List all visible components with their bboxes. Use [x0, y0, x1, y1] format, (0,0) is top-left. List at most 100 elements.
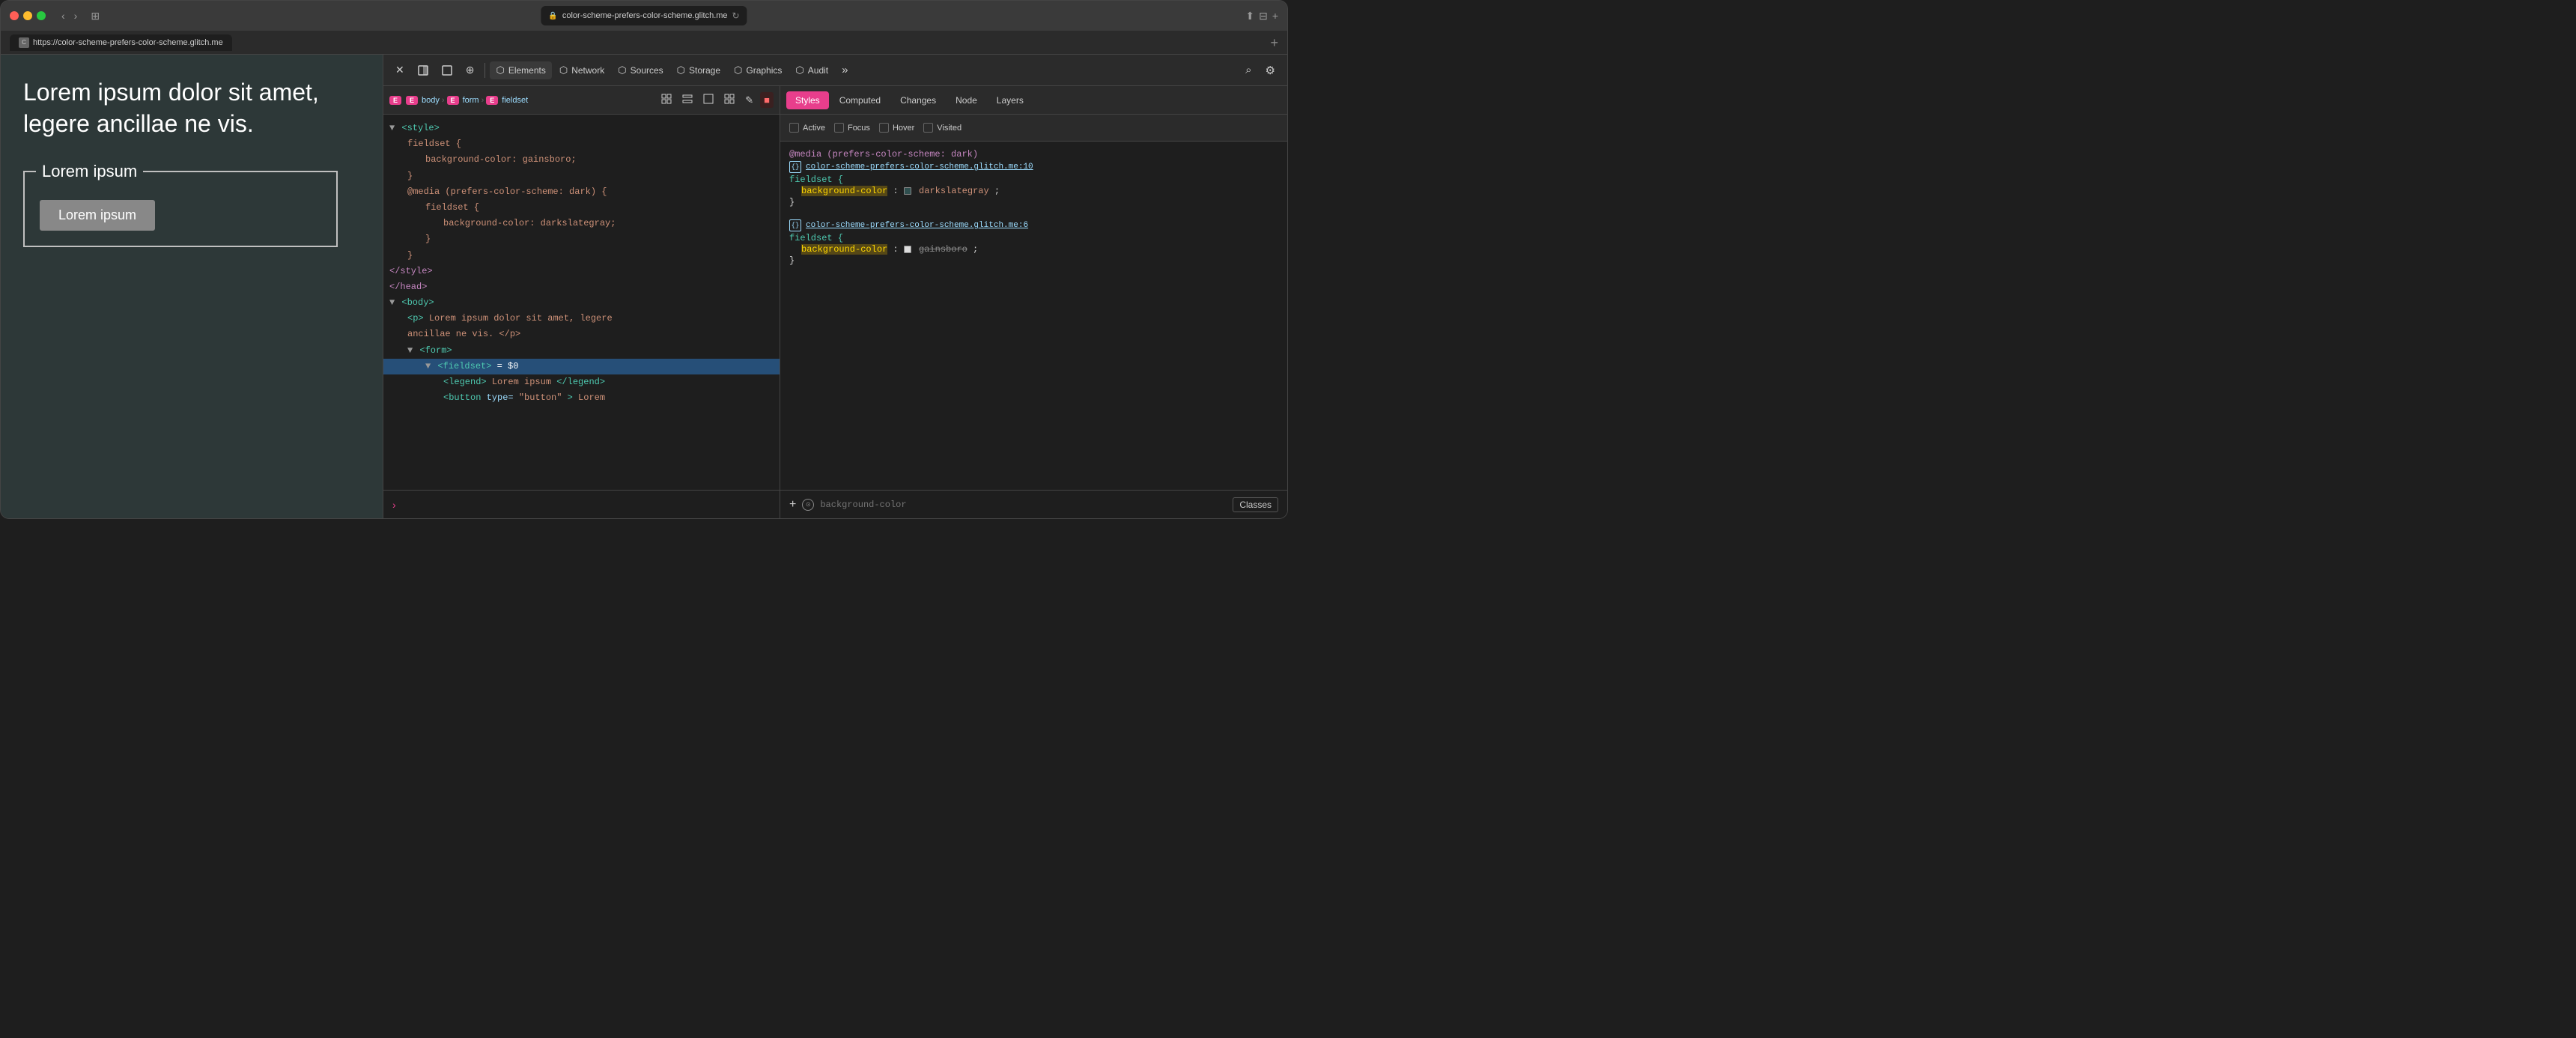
- storage-icon: ⬡: [677, 64, 685, 76]
- source-link-2[interactable]: color-scheme-prefers-color-scheme.glitch…: [806, 221, 1028, 230]
- dom-line-close-brace3: }: [383, 248, 780, 264]
- dom-line-bg-gainsboro: background-color: gainsboro;: [383, 152, 780, 168]
- elements-icon: ⬡: [496, 64, 504, 76]
- dom-line-bg-darkslategray: background-color: darkslategray;: [383, 216, 780, 231]
- devtools-toolbar: ✕ ⊕ ⬡ Elements: [383, 55, 1287, 86]
- back-button[interactable]: ‹: [58, 8, 69, 23]
- elements-tab-label: Elements: [508, 65, 546, 76]
- devtools-picker-button[interactable]: ⊕: [460, 61, 481, 79]
- refresh-icon[interactable]: ↻: [732, 10, 740, 21]
- restore-button[interactable]: ⊟: [1259, 10, 1268, 22]
- hover-label: Hover: [893, 124, 914, 133]
- tab-elements-button[interactable]: ⬡ Elements: [490, 61, 551, 79]
- focus-checkbox[interactable]: [834, 123, 844, 133]
- dom-line-close-head: </head>: [383, 279, 780, 295]
- page-preview: Lorem ipsum dolor sit amet, legere ancil…: [1, 55, 383, 518]
- address-bar[interactable]: 🔒 color-scheme-prefers-color-scheme.glit…: [541, 6, 747, 25]
- dom-tree: ▼ <style> fieldset { background-color: g…: [383, 115, 780, 490]
- layout-4cell-button[interactable]: [720, 92, 738, 108]
- selector-2: fieldset {: [789, 233, 1278, 243]
- breadcrumb-form[interactable]: E form: [447, 96, 479, 105]
- prop-value-gainsboro: gainsboro: [919, 244, 967, 255]
- pseudo-visited[interactable]: Visited: [923, 123, 962, 133]
- breadcrumb-body-tag: body: [422, 96, 440, 105]
- tab-active[interactable]: C https://color-scheme-prefers-color-sch…: [10, 34, 232, 51]
- tab-network-button[interactable]: ⬡ Network: [553, 61, 610, 79]
- styles-tab-computed[interactable]: Computed: [830, 91, 890, 109]
- tab-graphics-button[interactable]: ⬡ Graphics: [728, 61, 788, 79]
- styles-tab-node[interactable]: Node: [947, 91, 986, 109]
- breadcrumb-fieldset[interactable]: E fieldset: [486, 96, 528, 105]
- layout-single-button[interactable]: [699, 92, 717, 108]
- color-swatch-dark: [904, 187, 911, 195]
- dom-line-close-style: </style>: [383, 264, 780, 279]
- new-tab-button[interactable]: +: [1270, 36, 1278, 49]
- tab-audit-button[interactable]: ⬡ Audit: [789, 61, 834, 79]
- tab-sources-button[interactable]: ⬡ Sources: [612, 61, 669, 79]
- color-format-button[interactable]: ■: [760, 92, 774, 108]
- maximize-traffic-light[interactable]: [37, 11, 46, 20]
- more-tabs-button[interactable]: »: [836, 61, 854, 79]
- styles-tab-layers[interactable]: Layers: [988, 91, 1033, 109]
- tab-storage-button[interactable]: ⬡ Storage: [671, 61, 726, 79]
- styles-tab-styles[interactable]: Styles: [786, 91, 829, 109]
- property-filter-input[interactable]: [820, 500, 1227, 510]
- elements-toolbar: E E body › E form › E field: [383, 86, 780, 115]
- minimize-traffic-light[interactable]: [23, 11, 32, 20]
- breadcrumb-fieldset-tag: fieldset: [502, 96, 528, 105]
- breadcrumb-form-tag: form: [463, 96, 479, 105]
- add-tab-button[interactable]: +: [1272, 10, 1278, 22]
- nav-buttons: ‹ ›: [58, 8, 81, 23]
- devtools-undock-button[interactable]: [436, 62, 458, 79]
- filter-icon: ⊙: [802, 499, 814, 511]
- dom-line-fieldset-selected[interactable]: ▼ <fieldset> = $0: [383, 359, 780, 374]
- dom-line-body: ▼ <body>: [383, 295, 780, 311]
- prop-name-bg-dark: background-color: [801, 186, 887, 196]
- styles-tab-changes[interactable]: Changes: [891, 91, 945, 109]
- window-controls-right: ⬆ ⊟ +: [1245, 10, 1278, 22]
- devtools-settings-button[interactable]: ⚙: [1260, 61, 1281, 80]
- pseudo-focus[interactable]: Focus: [834, 123, 870, 133]
- layout-grid-button[interactable]: [657, 92, 675, 108]
- curly-brace-icon-2: {}: [789, 219, 801, 231]
- visited-checkbox[interactable]: [923, 123, 933, 133]
- dom-line-media: @media (prefers-color-scheme: dark) {: [383, 184, 780, 200]
- dom-line-fieldset1: fieldset {: [383, 136, 780, 152]
- forward-button[interactable]: ›: [70, 8, 82, 23]
- edit-html-button[interactable]: ✎: [741, 92, 757, 108]
- close-traffic-light[interactable]: [10, 11, 19, 20]
- traffic-lights: [10, 11, 46, 20]
- close-brace-1: }: [789, 197, 1278, 207]
- breadcrumb-body[interactable]: E body: [406, 96, 440, 105]
- active-checkbox[interactable]: [789, 123, 799, 133]
- devtools-dock-button[interactable]: [412, 62, 434, 79]
- style-prop-darkslategray: background-color : darkslategray ;: [789, 186, 1278, 196]
- devtools: ✕ ⊕ ⬡ Elements: [383, 55, 1287, 518]
- devtools-close-button[interactable]: ✕: [389, 61, 410, 79]
- source-link-1[interactable]: color-scheme-prefers-color-scheme.glitch…: [806, 163, 1033, 172]
- layout-list-button[interactable]: [678, 92, 696, 108]
- hover-checkbox[interactable]: [879, 123, 889, 133]
- audit-tab-label: Audit: [808, 65, 828, 76]
- sidebar-toggle-button[interactable]: ⊞: [87, 8, 103, 24]
- fieldset-button[interactable]: Lorem ipsum: [40, 200, 155, 231]
- pseudo-hover[interactable]: Hover: [879, 123, 914, 133]
- add-property-button[interactable]: +: [789, 498, 796, 512]
- console-input[interactable]: [402, 500, 771, 510]
- dom-line-p1: <p> Lorem ipsum dolor sit amet, legere: [383, 311, 780, 327]
- sep-2: ›: [482, 96, 484, 105]
- pseudo-active[interactable]: Active: [789, 123, 825, 133]
- devtools-search-button[interactable]: ⌕: [1239, 61, 1257, 79]
- styles-tabs: Styles Computed Changes Node Layers: [780, 86, 1287, 115]
- storage-tab-label: Storage: [689, 65, 720, 76]
- classes-button[interactable]: Classes: [1233, 497, 1278, 512]
- styles-content: @media (prefers-color-scheme: dark) {} c…: [780, 142, 1287, 490]
- lock-icon: 🔒: [548, 12, 557, 20]
- audit-icon: ⬡: [795, 64, 804, 76]
- share-button[interactable]: ⬆: [1245, 10, 1254, 22]
- style-prop-gainsboro: background-color : gainsboro ;: [789, 244, 1278, 255]
- sep-1: ›: [442, 96, 445, 105]
- dom-line-close-brace2: }: [383, 231, 780, 247]
- tab-label: https://color-scheme-prefers-color-schem…: [33, 38, 223, 47]
- dom-line-legend: <legend> Lorem ipsum </legend>: [383, 374, 780, 390]
